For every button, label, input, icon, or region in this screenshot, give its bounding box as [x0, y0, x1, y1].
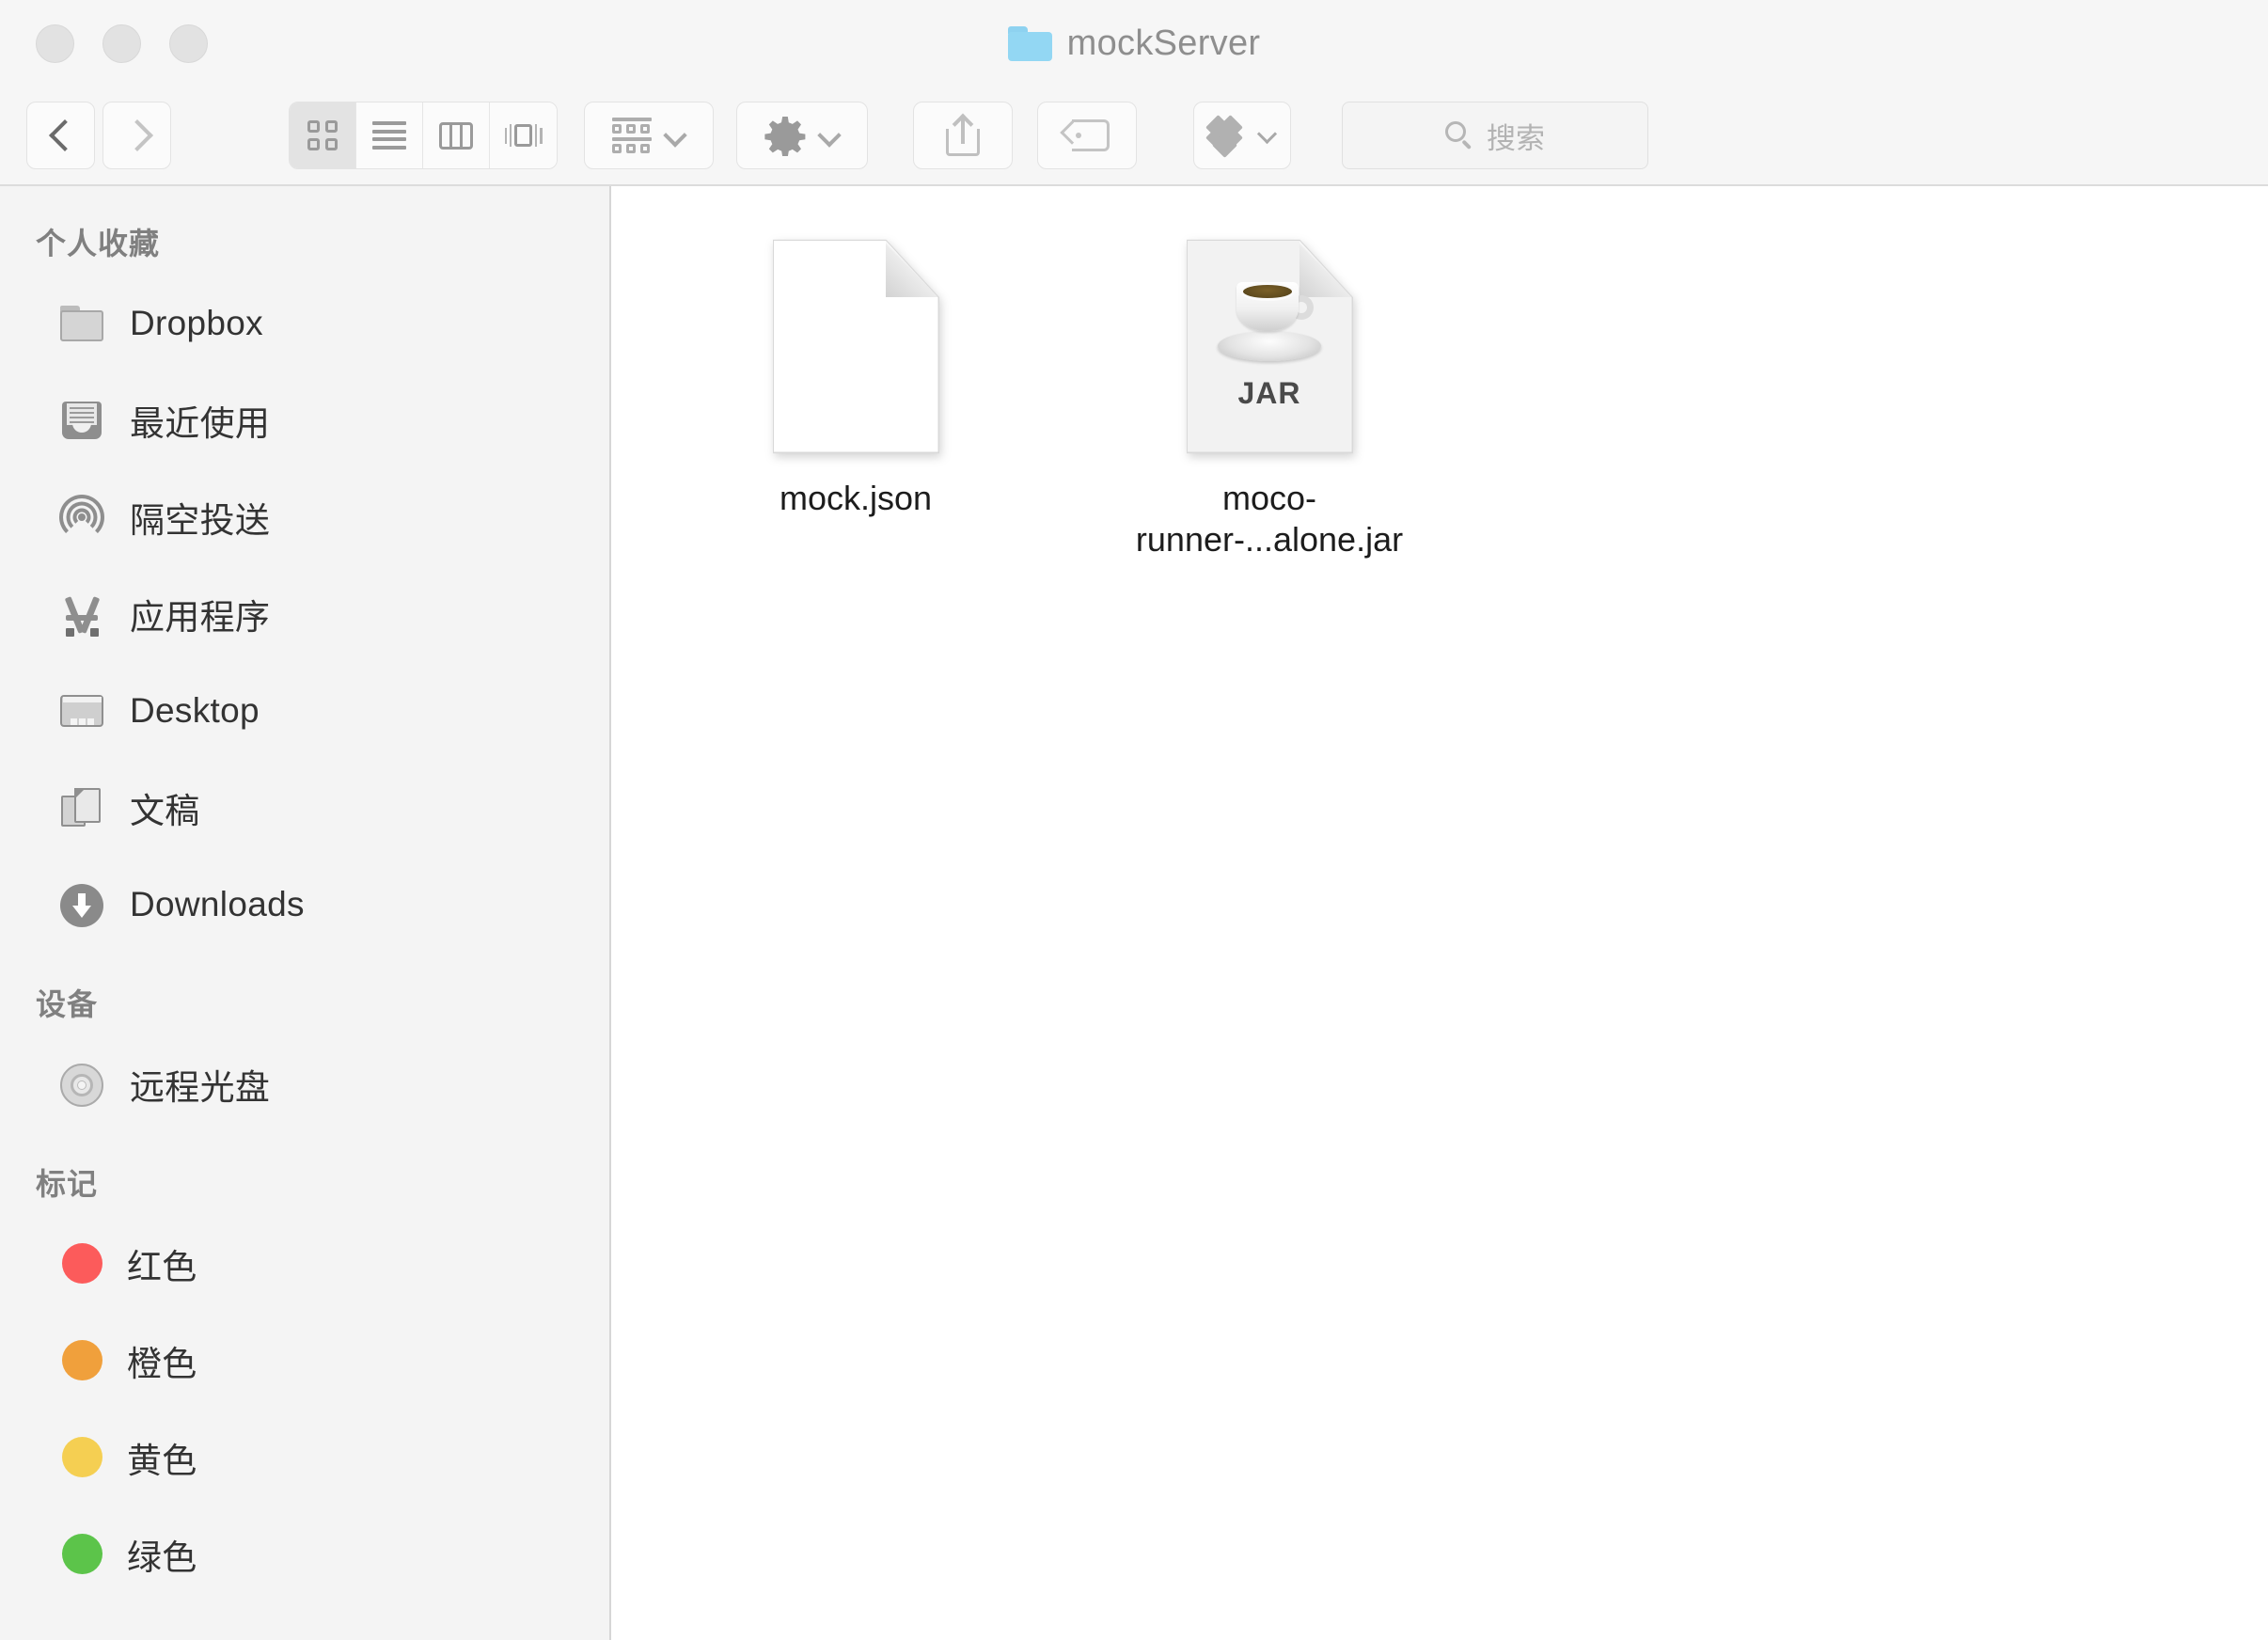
sidebar-item-label: 最近使用: [130, 403, 271, 443]
sidebar-item-airdrop[interactable]: 隔空投送: [0, 468, 609, 565]
sidebar-item-remote-disc[interactable]: 远程光盘: [0, 1035, 609, 1132]
page-title: mockServer: [1066, 23, 1261, 63]
view-mode-segmented-control: [289, 102, 558, 169]
sidebar-item-label: 应用程序: [130, 597, 271, 637]
folder-icon: [1007, 25, 1052, 61]
file-name-label: mock.json: [779, 479, 933, 517]
dropbox-button[interactable]: [1193, 102, 1291, 169]
back-button[interactable]: [26, 102, 95, 169]
downloads-icon: [58, 881, 105, 928]
action-menu-button[interactable]: [736, 102, 868, 169]
coffee-cup-icon: [1214, 271, 1325, 363]
sidebar-item-tag-yellow[interactable]: 黄色: [0, 1409, 609, 1506]
share-button[interactable]: [913, 102, 1013, 169]
dropbox-icon: [1205, 115, 1250, 158]
gallery-view-button[interactable]: [490, 102, 557, 168]
sidebar-item-applications[interactable]: 应用程序: [0, 565, 609, 662]
chevron-down-icon: [819, 130, 840, 141]
sidebar-item-downloads[interactable]: Downloads: [0, 856, 609, 953]
window-title-group: mockServer: [0, 0, 2268, 87]
tag-icon: [1060, 119, 1110, 151]
jar-coffee-icon: JAR: [1186, 239, 1353, 453]
window-titlebar: mockServer: [0, 0, 2268, 87]
finder-window: mockServer 搜索 个人收藏 Dropbox 最近使用 隔空投送 应用程…: [0, 0, 2268, 1640]
gear-icon: [764, 117, 806, 156]
sidebar-item-label: 隔空投送: [130, 500, 271, 540]
sidebar-item-label: Dropbox: [130, 303, 263, 342]
sidebar-item-tag-red[interactable]: 红色: [0, 1215, 609, 1312]
sidebar-item-tag-orange[interactable]: 橙色: [0, 1312, 609, 1409]
sidebar-item-desktop[interactable]: Desktop: [0, 662, 609, 759]
file-type-badge: JAR: [1237, 375, 1301, 410]
sidebar-item-label: 红色: [127, 1247, 197, 1286]
sidebar-item-tag-green[interactable]: 绿色: [0, 1506, 609, 1602]
tag-dot-icon: [62, 1534, 102, 1574]
sidebar-item-label: 绿色: [127, 1538, 197, 1577]
list-view-button[interactable]: [356, 102, 423, 168]
sidebar-item-recents[interactable]: 最近使用: [0, 371, 609, 468]
chevron-down-icon: [665, 130, 685, 141]
window-body: 个人收藏 Dropbox 最近使用 隔空投送 应用程序 Desktop 文稿 D…: [0, 186, 2268, 1640]
sidebar-item-documents[interactable]: 文稿: [0, 759, 609, 856]
traffic-lights: [36, 24, 208, 63]
file-browser-content[interactable]: mock.json JAR moco-runner-...alone.jar: [611, 186, 2268, 1640]
remote-disc-icon: [58, 1061, 105, 1108]
file-item[interactable]: mock.json: [649, 224, 1063, 560]
sidebar-item-dropbox[interactable]: Dropbox: [0, 275, 609, 371]
applications-icon: [58, 591, 105, 638]
recents-icon: [58, 397, 105, 444]
icon-grid: mock.json JAR moco-runner-...alone.jar: [611, 224, 2268, 560]
sidebar-section-favorites-header: 个人收藏: [36, 227, 161, 260]
file-icon-wrap: JAR: [1180, 233, 1359, 459]
file-name-label: moco-runner-...alone.jar: [1135, 479, 1404, 559]
tag-dot-icon: [62, 1243, 102, 1284]
arrange-icon: [612, 118, 652, 153]
sidebar-section-tags-header: 标记: [36, 1167, 99, 1201]
search-placeholder: 搜索: [1487, 121, 1545, 155]
airdrop-icon: [58, 494, 105, 541]
folder-icon: [58, 300, 105, 347]
list-icon: [372, 121, 406, 150]
search-icon: [1445, 121, 1473, 150]
close-button[interactable]: [36, 24, 74, 63]
sidebar-item-label: 黄色: [127, 1441, 197, 1480]
desktop-icon: [58, 687, 105, 734]
icon-view-button[interactable]: [290, 102, 356, 168]
navigation-buttons: [26, 102, 171, 169]
sidebar-item-label: 橙色: [127, 1344, 197, 1383]
gallery-icon: [504, 121, 543, 150]
sidebar-item-label: 远程光盘: [130, 1067, 271, 1107]
tag-button[interactable]: [1037, 102, 1137, 169]
zoom-button[interactable]: [169, 24, 208, 63]
arrange-button[interactable]: [584, 102, 714, 169]
sidebar-section-devices-header: 设备: [36, 987, 99, 1021]
sidebar-item-label: 文稿: [130, 791, 200, 830]
minimize-button[interactable]: [102, 24, 141, 63]
share-icon: [946, 113, 980, 156]
tag-dot-icon: [62, 1340, 102, 1380]
tag-dot-icon: [62, 1437, 102, 1477]
documents-icon: [58, 784, 105, 831]
chevron-left-icon: [52, 119, 71, 151]
columns-icon: [439, 121, 473, 150]
blank-document-icon: [772, 239, 939, 453]
file-item[interactable]: JAR moco-runner-...alone.jar: [1063, 224, 1476, 560]
search-input[interactable]: 搜索: [1342, 102, 1648, 169]
forward-button[interactable]: [102, 102, 171, 169]
sidebar-item-label: Downloads: [130, 884, 305, 923]
finder-toolbar: 搜索: [0, 87, 2268, 186]
chevron-right-icon: [128, 119, 147, 151]
chevron-down-icon: [1259, 130, 1276, 141]
file-icon-wrap: [766, 233, 945, 459]
grid-icon: [307, 120, 338, 150]
sidebar: 个人收藏 Dropbox 最近使用 隔空投送 应用程序 Desktop 文稿 D…: [0, 186, 611, 1640]
column-view-button[interactable]: [423, 102, 490, 168]
sidebar-item-label: Desktop: [130, 690, 260, 730]
